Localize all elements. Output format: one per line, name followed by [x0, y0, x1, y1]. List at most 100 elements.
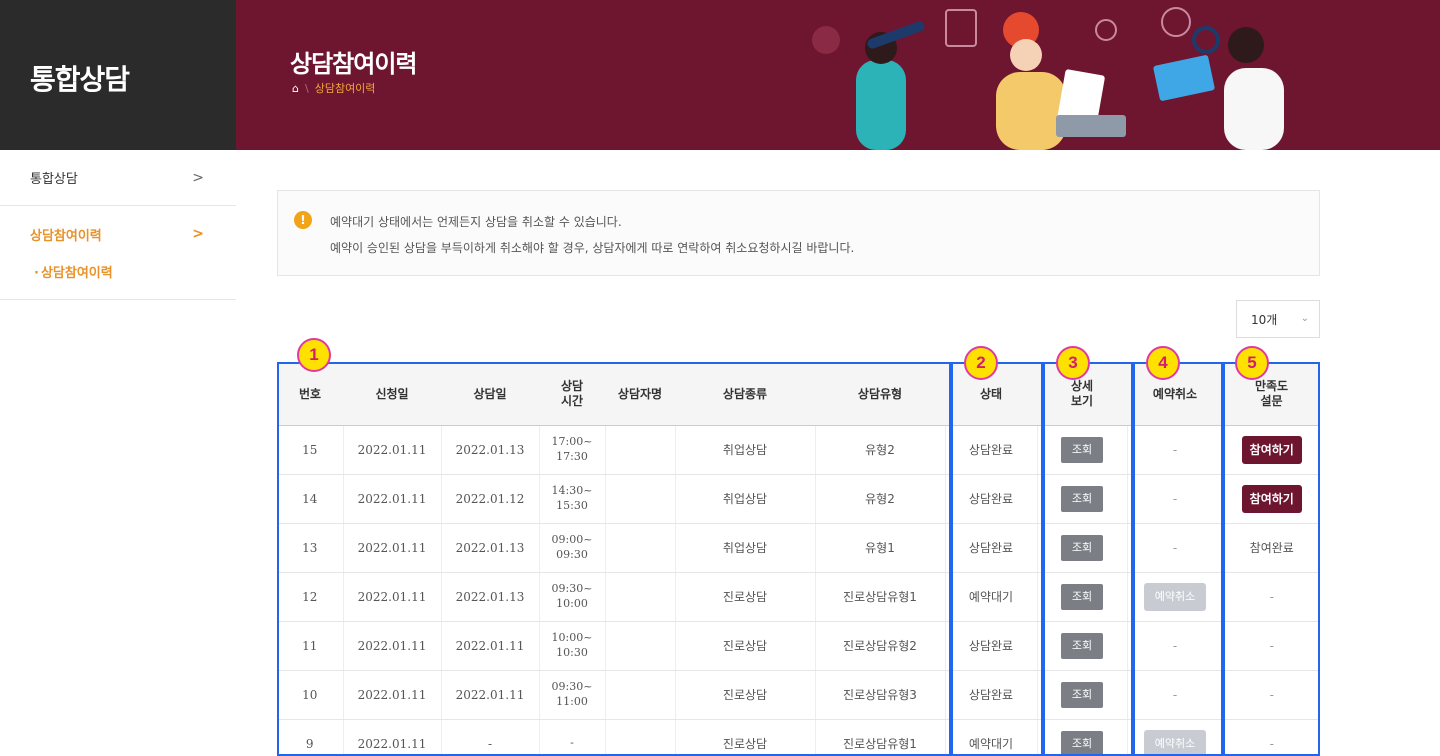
row-number: 10: [302, 687, 318, 702]
col-header-counsel-date: 상담일: [441, 362, 539, 426]
sidebar-item-integrated-counsel[interactable]: 통합상담 >: [0, 150, 236, 206]
counsel-kind: 진로상담: [722, 639, 768, 653]
cancel-placeholder: -: [1172, 687, 1178, 702]
cell-no: 11: [277, 621, 343, 671]
status-text: 상담완료: [968, 639, 1014, 653]
counsel-kind: 취업상담: [722, 492, 768, 506]
cell-status: 상담완료: [944, 621, 1037, 671]
cancel-reservation-button[interactable]: 예약취소: [1144, 729, 1206, 756]
counsel-date: 2022.01.11: [455, 638, 525, 653]
cell-type: 진로상담유형1: [814, 572, 945, 622]
cell-time: 09:30~ 11:00: [538, 670, 605, 720]
table-row: 11 2022.01.11 2022.01.11 10:00~ 10:30 진로상담 진로상…: [277, 621, 1320, 671]
cell-kind: 취업상담: [674, 523, 815, 573]
col-header-no: 번호: [277, 362, 343, 426]
status-text: 상담완료: [968, 443, 1014, 457]
cell-cancel: -: [1126, 621, 1223, 671]
cell-status: 예약대기: [944, 572, 1037, 622]
time-end: 15:30: [556, 498, 588, 512]
view-button[interactable]: 조회: [1061, 730, 1103, 756]
apply-date: 2022.01.11: [357, 540, 427, 555]
cell-detail: 조회: [1036, 719, 1127, 756]
apply-date: 2022.01.11: [357, 736, 427, 751]
view-button[interactable]: 조회: [1061, 681, 1103, 708]
view-button[interactable]: 조회: [1061, 632, 1103, 659]
cancel-placeholder: -: [1172, 442, 1178, 457]
page-size-select[interactable]: 10개 ⌄: [1236, 300, 1320, 338]
cancel-reservation-button[interactable]: 예약취소: [1144, 582, 1206, 611]
cell-no: 13: [277, 523, 343, 573]
sidebar-item-counsel-history[interactable]: 상담참여이력 >: [0, 206, 236, 262]
time-start: 09:30~: [551, 680, 593, 694]
cell-counselor: [604, 425, 675, 475]
cell-detail: 조회: [1036, 572, 1127, 622]
apply-date: 2022.01.11: [357, 687, 427, 702]
table-row: 12 2022.01.11 2022.01.13 09:30~ 10:00 진로상담 진로상…: [277, 572, 1320, 622]
cell-status: 상담완료: [944, 670, 1037, 720]
counsel-kind: 진로상담: [722, 688, 768, 702]
notice-box: ! 예약대기 상태에서는 언제든지 상담을 취소할 수 있습니다. 예약이 승인…: [277, 190, 1320, 276]
survey-status: -: [1269, 736, 1274, 751]
cell-survey: 참여하기: [1222, 474, 1320, 524]
view-button[interactable]: 조회: [1061, 583, 1103, 610]
cell-apply-date: 2022.01.11: [342, 719, 441, 756]
row-number: 13: [302, 540, 318, 555]
table-row: 13 2022.01.11 2022.01.13 09:00~ 09:30 취업상담 유형1…: [277, 523, 1320, 573]
table-row: 10 2022.01.11 2022.01.11 09:30~ 11:00 진로상담 진로상…: [277, 670, 1320, 720]
view-button[interactable]: 조회: [1061, 485, 1103, 512]
apply-date: 2022.01.11: [357, 589, 427, 604]
counsel-type: 유형2: [865, 492, 895, 506]
sidebar-item-label: 상담참여이력: [30, 228, 102, 244]
time-start: -: [570, 736, 574, 750]
home-icon[interactable]: ⌂: [292, 82, 299, 95]
status-text: 예약대기: [968, 737, 1014, 751]
page-title: 상담참여이력: [290, 50, 417, 78]
counsel-date: 2022.01.11: [455, 687, 525, 702]
cell-kind: 진로상담: [674, 719, 815, 756]
survey-join-button[interactable]: 참여하기: [1241, 435, 1302, 464]
view-button[interactable]: 조회: [1061, 534, 1103, 561]
cell-status: 예약대기: [944, 719, 1037, 756]
cell-type: 유형1: [814, 523, 945, 573]
annotation-badge-5: 5: [1235, 346, 1269, 380]
cell-kind: 진로상담: [674, 621, 815, 671]
cell-survey: 참여하기: [1222, 425, 1320, 475]
cell-cancel: -: [1126, 670, 1223, 720]
cell-counselor: [604, 474, 675, 524]
notice-line-1: 예약대기 상태에서는 언제든지 상담을 취소할 수 있습니다.: [330, 215, 622, 229]
cell-status: 상담완료: [944, 474, 1037, 524]
cell-counsel-date: -: [440, 719, 539, 756]
notice-line-2: 예약이 승인된 상담을 부득이하게 취소해야 할 경우, 상담자에게 따로 연락…: [330, 241, 855, 255]
time-end: 09:30: [556, 547, 588, 561]
view-button[interactable]: 조회: [1061, 436, 1103, 463]
annotation-badge-4: 4: [1146, 346, 1180, 380]
time-end: 10:30: [556, 645, 588, 659]
time-end: 11:00: [556, 694, 588, 708]
cell-counselor: [604, 670, 675, 720]
time-start: 09:00~: [551, 533, 593, 547]
annotation-badge-3: 3: [1056, 346, 1090, 380]
breadcrumb-current[interactable]: 상담참여이력: [315, 80, 376, 96]
col-header-apply-date: 신청일: [343, 362, 441, 426]
cell-time: 17:00~ 17:30: [538, 425, 605, 475]
row-number: 9: [305, 736, 314, 751]
cell-survey: -: [1222, 719, 1320, 756]
cell-type: 진로상담유형2: [814, 621, 945, 671]
sidebar-subitem-counsel-history[interactable]: · 상담참여이력: [0, 262, 236, 300]
counsel-type: 진로상담유형1: [843, 590, 917, 604]
cell-counselor: [604, 572, 675, 622]
page-banner: 상담참여이력 ⌂ \ 상담참여이력: [236, 0, 1440, 150]
apply-date: 2022.01.11: [357, 442, 427, 457]
cell-status: 상담완료: [944, 425, 1037, 475]
counsel-kind: 진로상담: [722, 590, 768, 604]
brand-title: 통합상담: [30, 63, 130, 96]
col-header-type: 상담유형: [815, 362, 945, 426]
counsel-kind: 취업상담: [722, 541, 768, 555]
table-row: 9 2022.01.11 - - 진로상담 진로상담유형1 예약대기 조회 예약취소 -: [277, 719, 1320, 756]
cell-no: 12: [277, 572, 343, 622]
cell-counselor: [604, 523, 675, 573]
time-start: 09:30~: [551, 582, 593, 596]
cell-kind: 취업상담: [674, 474, 815, 524]
cell-apply-date: 2022.01.11: [342, 474, 441, 524]
survey-join-button[interactable]: 참여하기: [1241, 484, 1302, 513]
